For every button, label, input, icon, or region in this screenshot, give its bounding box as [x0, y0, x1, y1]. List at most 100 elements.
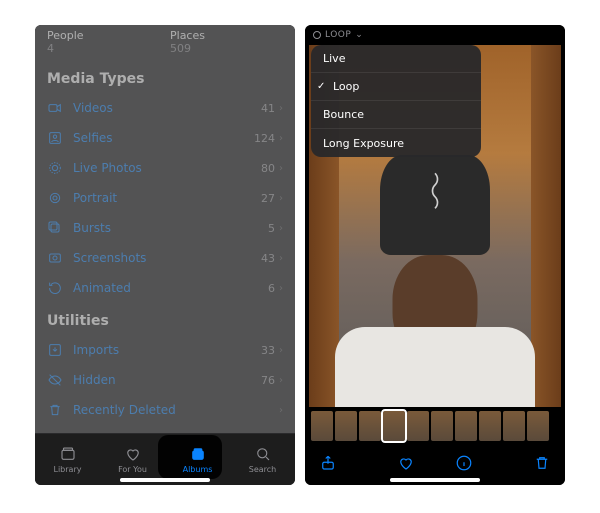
tab-bar: Library For You Albums Search — [35, 433, 295, 485]
tab-label: Library — [54, 465, 82, 474]
filmstrip-thumb[interactable] — [503, 411, 525, 441]
tab-library[interactable]: Library — [38, 445, 98, 474]
chevron-right-icon: › — [279, 405, 283, 416]
album-card-people[interactable]: People 4 — [47, 25, 160, 55]
menu-label: Loop — [333, 80, 359, 93]
filmstrip-thumb[interactable] — [407, 411, 429, 441]
filmstrip-thumb[interactable] — [335, 411, 357, 441]
menu-item-loop[interactable]: ✓ Loop — [311, 73, 481, 101]
section-header-utilities: Utilities — [35, 303, 295, 335]
filmstrip-thumb[interactable] — [479, 411, 501, 441]
photo-bg-right — [531, 45, 561, 407]
live-photo-edit-screen: LOOP ⌄ Live ✓ Loop Bounce Long Exposure — [305, 25, 565, 485]
chevron-right-icon: › — [279, 193, 283, 204]
chevron-right-icon: › — [279, 345, 283, 356]
section-header-media-types: Media Types — [35, 61, 295, 93]
row-screenshots[interactable]: Screenshots 43 › — [35, 243, 295, 273]
import-icon — [47, 342, 63, 358]
delete-button[interactable] — [533, 454, 551, 476]
info-button[interactable] — [455, 454, 473, 476]
tab-search[interactable]: Search — [233, 445, 293, 474]
row-label: Videos — [73, 101, 261, 115]
row-label: Screenshots — [73, 251, 261, 265]
albums-screen: People 4 Places 509 Media Types Videos 4… — [35, 25, 295, 485]
chevron-right-icon: › — [279, 103, 283, 114]
row-count: 5 — [268, 222, 275, 235]
livephoto-icon — [47, 160, 63, 176]
filmstrip-thumb[interactable] — [311, 411, 333, 441]
top-albums-strip: People 4 Places 509 — [35, 25, 295, 61]
row-count: 76 — [261, 374, 275, 387]
search-icon — [254, 445, 272, 463]
row-videos[interactable]: Videos 41 › — [35, 93, 295, 123]
row-portrait[interactable]: Portrait 27 › — [35, 183, 295, 213]
filmstrip-thumb[interactable] — [359, 411, 381, 441]
row-label: Hidden — [73, 373, 261, 387]
album-title: People — [47, 29, 160, 42]
hidden-icon — [47, 372, 63, 388]
row-count: 41 — [261, 102, 275, 115]
row-count: 124 — [254, 132, 275, 145]
row-recently-deleted[interactable]: Recently Deleted › — [35, 395, 295, 425]
menu-label: Bounce — [323, 108, 364, 121]
tab-foryou[interactable]: For You — [103, 445, 163, 474]
row-label: Bursts — [73, 221, 268, 235]
albums-content: People 4 Places 509 Media Types Videos 4… — [35, 25, 295, 485]
trash-icon — [47, 402, 63, 418]
favorite-button[interactable] — [397, 454, 415, 476]
tab-label: Search — [249, 465, 276, 474]
row-count: 80 — [261, 162, 275, 175]
tab-label: Albums — [183, 465, 213, 474]
album-title: Places — [170, 29, 283, 42]
effect-label: LOOP — [325, 30, 351, 40]
chevron-right-icon: › — [279, 163, 283, 174]
row-imports[interactable]: Imports 33 › — [35, 335, 295, 365]
filmstrip-scrubber[interactable] — [305, 407, 565, 445]
row-count: 33 — [261, 344, 275, 357]
selfie-icon — [47, 130, 63, 146]
row-bursts[interactable]: Bursts 5 › — [35, 213, 295, 243]
album-card-places[interactable]: Places 509 — [170, 25, 283, 55]
checkmark-icon: ✓ — [317, 81, 325, 92]
screenshot-icon — [47, 250, 63, 266]
menu-item-live[interactable]: Live — [311, 45, 481, 73]
row-label: Imports — [73, 343, 261, 357]
album-count: 509 — [170, 42, 283, 55]
animated-icon — [47, 280, 63, 296]
row-label: Live Photos — [73, 161, 261, 175]
filmstrip-thumb[interactable] — [455, 411, 477, 441]
livephoto-ring-icon — [313, 31, 321, 39]
row-count: 43 — [261, 252, 275, 265]
heart-icon — [397, 454, 415, 472]
toolbar-center — [397, 454, 473, 476]
effect-menu: Live ✓ Loop Bounce Long Exposure — [311, 45, 481, 157]
share-button[interactable] — [319, 454, 337, 476]
row-label: Selfies — [73, 131, 254, 145]
row-animated[interactable]: Animated 6 › — [35, 273, 295, 303]
row-selfies[interactable]: Selfies 124 › — [35, 123, 295, 153]
filmstrip-thumb[interactable] — [431, 411, 453, 441]
menu-item-bounce[interactable]: Bounce — [311, 101, 481, 129]
chevron-right-icon: › — [279, 223, 283, 234]
filmstrip-thumb[interactable] — [527, 411, 549, 441]
photo-hat-emblem — [425, 170, 445, 210]
chevron-right-icon: › — [279, 133, 283, 144]
chevron-down-icon: ⌄ — [355, 30, 363, 40]
row-livephotos[interactable]: Live Photos 80 › — [35, 153, 295, 183]
chevron-right-icon: › — [279, 283, 283, 294]
menu-label: Long Exposure — [323, 137, 404, 150]
foryou-icon — [124, 445, 142, 463]
row-count: 27 — [261, 192, 275, 205]
menu-item-long-exposure[interactable]: Long Exposure — [311, 129, 481, 157]
home-indicator — [120, 478, 210, 482]
trash-icon — [533, 454, 551, 472]
row-label: Recently Deleted — [73, 403, 275, 417]
chevron-right-icon: › — [279, 375, 283, 386]
row-label: Portrait — [73, 191, 261, 205]
tab-albums[interactable]: Albums — [168, 445, 228, 474]
info-icon — [455, 454, 473, 472]
row-hidden[interactable]: Hidden 76 › — [35, 365, 295, 395]
filmstrip-thumb-selected[interactable] — [383, 411, 405, 441]
effect-selector[interactable]: LOOP ⌄ — [305, 25, 565, 45]
library-icon — [59, 445, 77, 463]
